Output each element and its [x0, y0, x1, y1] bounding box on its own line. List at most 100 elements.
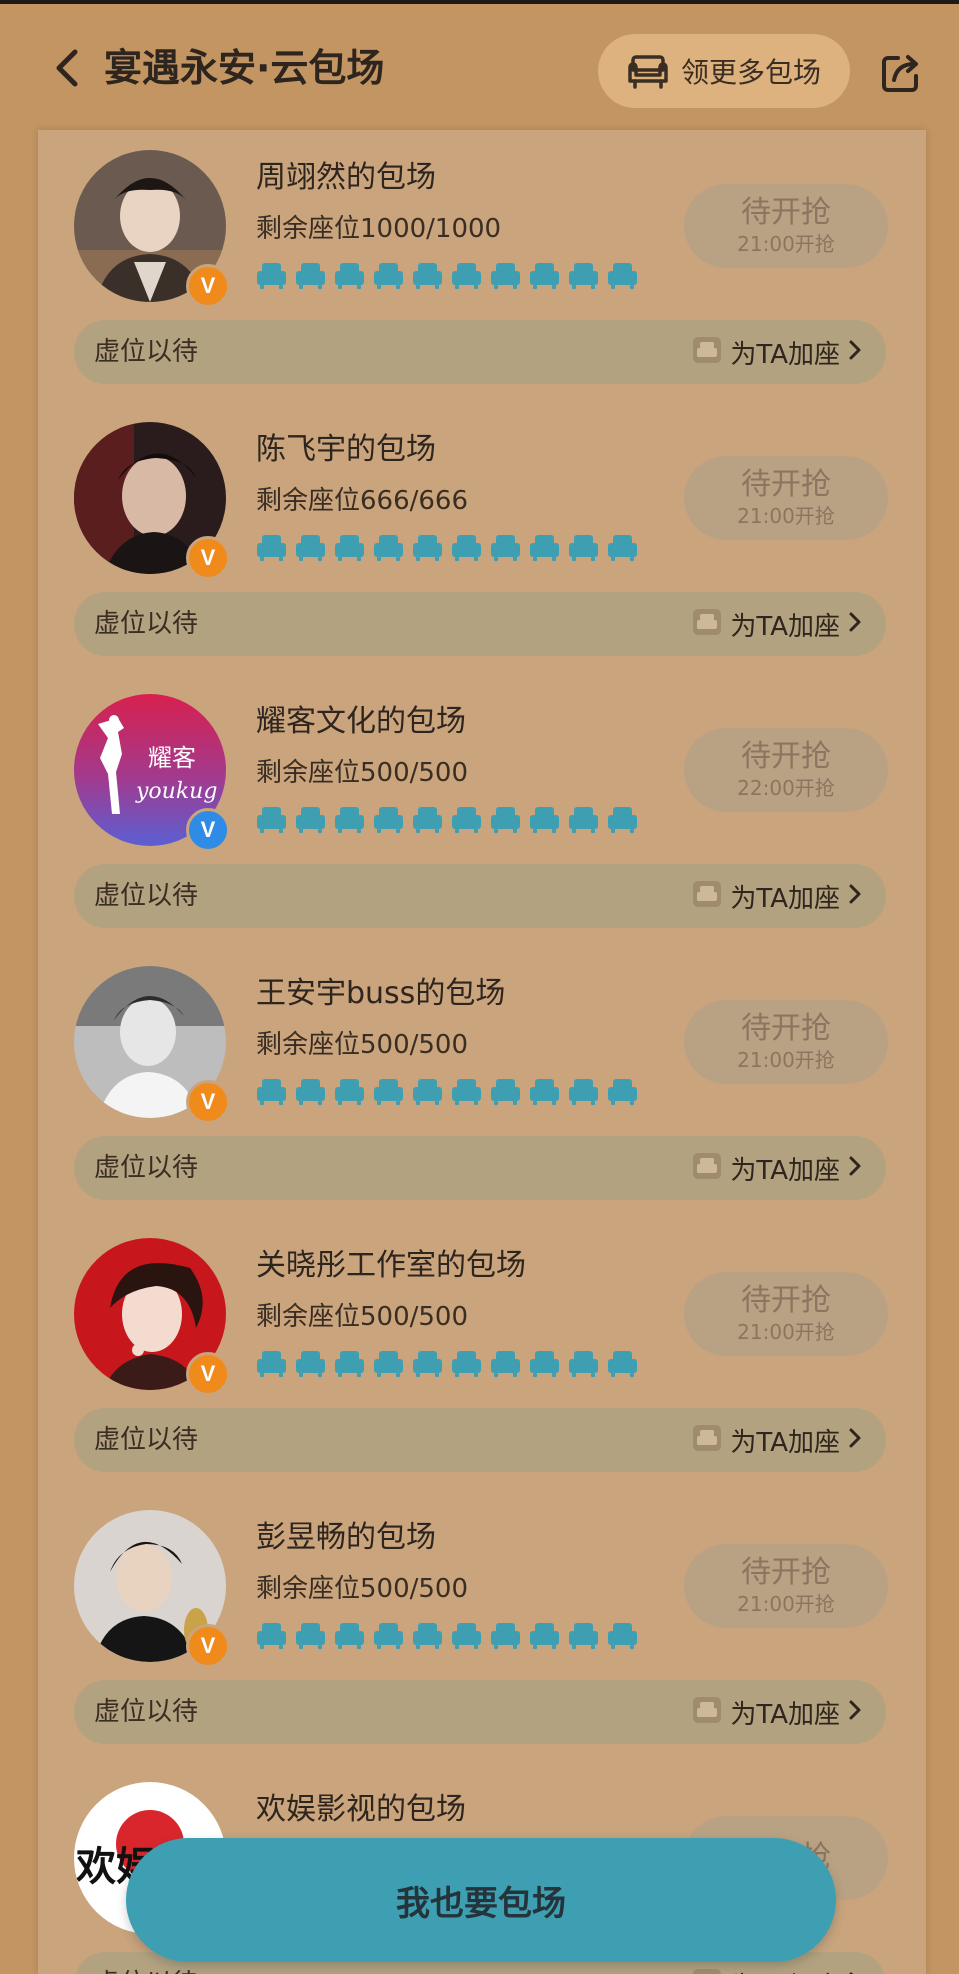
seat-icon: [569, 1623, 598, 1649]
seat-icon: [491, 263, 520, 289]
host-name: 耀客文化的包场: [256, 704, 466, 739]
add-seat-link[interactable]: 为TA加座: [692, 864, 862, 928]
seat-icon: [530, 263, 559, 289]
seat-icon: [530, 807, 559, 833]
add-seat-link[interactable]: 为TA加座: [692, 320, 862, 384]
seat-icon: [491, 807, 520, 833]
host-name: 欢娱影视的包场: [256, 1792, 466, 1827]
grab-time: 21:00开抢: [737, 1048, 835, 1072]
grab-button[interactable]: 待开抢 21:00开抢: [684, 1544, 888, 1628]
add-seat-link[interactable]: 为TA加座: [692, 1680, 862, 1744]
more-venues-label: 领更多包场: [680, 56, 821, 89]
grab-button[interactable]: 待开抢 21:00开抢: [684, 184, 888, 268]
grab-button[interactable]: 待开抢 21:00开抢: [684, 456, 888, 540]
seat-icon: [257, 807, 286, 833]
venue-card: V 陈飞宇的包场 剩余座位666/666 待开抢 21:00开抢 虚位以待 为T…: [38, 406, 926, 678]
venue-list[interactable]: V 周翊然的包场 剩余座位1000/1000 待开抢 21:00开抢 虚位以待 …: [38, 130, 926, 1974]
verified-badge-icon: V: [186, 1624, 230, 1668]
seat-icon: [608, 807, 637, 833]
verified-badge-icon: V: [186, 808, 230, 852]
back-arrow-icon: [56, 49, 78, 87]
seat-icon-row: [256, 1348, 638, 1378]
add-seat-bar[interactable]: 虚位以待 为TA加座: [74, 1136, 886, 1200]
add-seat-bar[interactable]: 虚位以待 为TA加座: [74, 1408, 886, 1472]
sofa-icon: [692, 336, 722, 368]
seat-icon: [413, 807, 442, 833]
seat-icon: [413, 263, 442, 289]
grab-status: 待开抢: [741, 1283, 831, 1318]
grab-time: 21:00开抢: [737, 1320, 835, 1344]
venue-card: V 彭昱畅的包场 剩余座位500/500 待开抢 21:00开抢 虚位以待 为T…: [38, 1494, 926, 1766]
grab-status: 待开抢: [741, 1555, 831, 1590]
add-seat-link[interactable]: 为TA加座: [692, 1408, 862, 1472]
venue-card: 耀客 youkug V 耀客文化的包场 剩余座位500/500 待开抢 22:0…: [38, 678, 926, 950]
seat-icon: [569, 1079, 598, 1105]
seat-icon-row: [256, 532, 638, 562]
create-venue-button[interactable]: 我也要包场: [126, 1838, 836, 1962]
seat-icon: [374, 535, 403, 561]
seat-icon: [452, 1079, 481, 1105]
chevron-right-icon: [848, 883, 862, 909]
grab-button[interactable]: 待开抢 21:00开抢: [684, 1000, 888, 1084]
more-venues-button[interactable]: 领更多包场: [598, 34, 850, 108]
seat-icon: [335, 1623, 364, 1649]
logo-subtext: youkug: [135, 779, 217, 804]
seat-icon: [452, 807, 481, 833]
share-button[interactable]: [876, 48, 926, 98]
add-seat-label: 为TA加座: [730, 339, 840, 370]
add-seat-link[interactable]: 为TA加座: [692, 592, 862, 656]
add-seat-label: 为TA加座: [730, 883, 840, 914]
page-header: 宴遇永安·云包场 领更多包场: [0, 4, 959, 128]
seat-icon: [374, 263, 403, 289]
waiting-text: 虚位以待: [94, 609, 199, 639]
seat-icon-row: [256, 260, 638, 290]
seat-icon: [257, 535, 286, 561]
waiting-text: 虚位以待: [94, 1697, 199, 1727]
add-seat-bar[interactable]: 虚位以待 为TA加座: [74, 864, 886, 928]
seat-icon-row: [256, 1076, 638, 1106]
chevron-right-icon: [848, 1155, 862, 1181]
add-seat-label: 为TA加座: [730, 1966, 840, 1974]
remaining-seats: 剩余座位500/500: [256, 1302, 469, 1332]
back-button[interactable]: [44, 42, 88, 94]
grab-button[interactable]: 待开抢 21:00开抢: [684, 1272, 888, 1356]
seat-icon: [491, 535, 520, 561]
add-seat-link[interactable]: 为TA加座: [692, 1136, 862, 1200]
verified-badge-icon: V: [186, 1352, 230, 1396]
seat-icon: [413, 535, 442, 561]
seat-icon: [452, 535, 481, 561]
add-seat-bar[interactable]: 虚位以待 为TA加座: [74, 1680, 886, 1744]
seat-icon: [569, 807, 598, 833]
add-seat-label: 为TA加座: [730, 1699, 840, 1730]
grab-status: 待开抢: [741, 195, 831, 230]
grab-button[interactable]: 待开抢 22:00开抢: [684, 728, 888, 812]
seat-icon: [257, 1623, 286, 1649]
chevron-right-icon: [848, 339, 862, 365]
sofa-icon: [692, 1696, 722, 1728]
seat-icon: [296, 1623, 325, 1649]
host-name: 王安宇buss的包场: [256, 976, 506, 1011]
waiting-text: 虚位以待: [94, 337, 199, 367]
add-seat-bar[interactable]: 虚位以待 为TA加座: [74, 592, 886, 656]
seat-icon: [335, 263, 364, 289]
add-seat-bar[interactable]: 虚位以待 为TA加座: [74, 320, 886, 384]
seat-icon: [608, 1079, 637, 1105]
seat-icon: [257, 263, 286, 289]
remaining-seats: 剩余座位500/500: [256, 1574, 469, 1604]
venue-card: V 周翊然的包场 剩余座位1000/1000 待开抢 21:00开抢 虚位以待 …: [38, 134, 926, 406]
host-name: 陈飞宇的包场: [256, 432, 436, 467]
seat-icon: [569, 263, 598, 289]
sofa-icon: [692, 1152, 722, 1184]
sofa-icon: [692, 1424, 722, 1456]
seat-icon: [257, 1079, 286, 1105]
venue-card: V 关晓彤工作室的包场 剩余座位500/500 待开抢 21:00开抢 虚位以待…: [38, 1222, 926, 1494]
seat-icon: [530, 535, 559, 561]
waiting-text: 虚位以待: [94, 1425, 199, 1455]
venue-card: V 王安宇buss的包场 剩余座位500/500 待开抢 21:00开抢 虚位以…: [38, 950, 926, 1222]
seat-icon: [335, 1351, 364, 1377]
add-seat-label: 为TA加座: [730, 1427, 840, 1458]
chevron-right-icon: [848, 1699, 862, 1725]
grab-status: 待开抢: [741, 1011, 831, 1046]
grab-time: 21:00开抢: [737, 232, 835, 256]
seat-icon-row: [256, 1620, 638, 1650]
